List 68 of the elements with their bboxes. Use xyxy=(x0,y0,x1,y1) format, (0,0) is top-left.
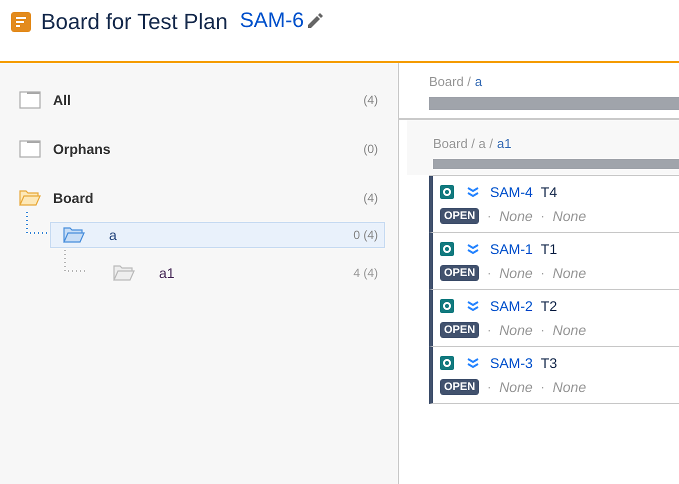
tree-item-count: 4 (4) xyxy=(353,266,378,280)
breadcrumb-link[interactable]: a xyxy=(474,74,482,89)
field-value: None xyxy=(499,379,533,395)
issue-summary: T1 xyxy=(540,241,558,257)
document-icon xyxy=(11,12,31,32)
open-folder-icon xyxy=(19,188,41,206)
field-value: None xyxy=(499,208,533,224)
issue-summary: T3 xyxy=(540,355,558,371)
status-badge: OPEN xyxy=(440,379,480,395)
issue-key-link[interactable]: SAM-2 xyxy=(490,298,533,314)
separator-dot: · xyxy=(487,380,492,394)
double-chevron-icon xyxy=(466,357,480,369)
tree-item[interactable]: a 0 (4) xyxy=(50,222,385,248)
status-badge: OPEN xyxy=(440,265,480,281)
issue-key-link[interactable]: SAM-1 xyxy=(490,241,533,257)
page-title: Board for Test Plan xyxy=(41,9,228,35)
separator-dot: · xyxy=(540,380,545,394)
issue-type-icon xyxy=(440,299,454,313)
field-value: None xyxy=(552,265,586,281)
tree-item[interactable]: Board (4) xyxy=(0,173,385,222)
tree-item-label: Board xyxy=(53,190,94,206)
edit-icon[interactable] xyxy=(306,12,324,30)
issue-type-icon xyxy=(440,185,454,199)
tree-item-count: (4) xyxy=(363,190,378,204)
field-value: None xyxy=(552,379,586,395)
status-badge: OPEN xyxy=(440,208,480,224)
issue-card[interactable]: SAM-3 T3 OPEN · None · None xyxy=(429,347,679,404)
issue-key-link[interactable]: SAM-3 xyxy=(490,355,533,371)
separator-dot: · xyxy=(487,323,492,337)
issue-key-link[interactable]: SAM-6 xyxy=(240,9,304,33)
issue-card[interactable]: SAM-1 T1 OPEN · None · None xyxy=(429,233,679,290)
double-chevron-icon xyxy=(466,186,480,198)
tree-item-label: a xyxy=(109,227,118,243)
open-folder-icon xyxy=(63,226,85,244)
separator-dot: · xyxy=(540,323,545,337)
tree-item-count: (4) xyxy=(363,92,378,106)
issue-type-icon xyxy=(440,356,454,370)
issue-card[interactable]: SAM-2 T2 OPEN · None · None xyxy=(429,290,679,347)
status-badge: OPEN xyxy=(440,322,480,338)
double-chevron-icon xyxy=(466,243,480,255)
tree-item-label: a1 xyxy=(159,265,176,281)
breadcrumb-path: Board / xyxy=(429,74,471,89)
issue-type-icon xyxy=(440,242,454,256)
tree-item-count: (0) xyxy=(363,142,378,156)
tree-item-label: Orphans xyxy=(53,140,112,156)
separator-dot: · xyxy=(540,266,545,280)
tree-item-label: All xyxy=(53,92,72,108)
field-value: None xyxy=(552,322,586,338)
tree-item[interactable]: All (4) xyxy=(0,75,385,124)
folder-icon xyxy=(19,90,41,108)
issue-key-link[interactable]: SAM-4 xyxy=(490,184,533,200)
tree-item[interactable]: a1 4 (4) xyxy=(88,260,385,286)
field-value: None xyxy=(499,265,533,281)
issue-card[interactable]: SAM-4 T4 OPEN · None · None xyxy=(429,176,679,233)
separator-dot: · xyxy=(487,266,492,280)
separator-dot: · xyxy=(487,209,492,223)
field-value: None xyxy=(552,208,586,224)
open-folder-icon xyxy=(113,264,135,282)
folder-icon xyxy=(19,140,41,158)
tree-item[interactable]: Orphans (0) xyxy=(0,124,385,173)
issue-summary: T2 xyxy=(540,298,558,314)
tree-item-count: 0 (4) xyxy=(353,228,378,242)
separator-dot: · xyxy=(540,209,545,223)
field-value: None xyxy=(499,322,533,338)
double-chevron-icon xyxy=(466,300,480,312)
breadcrumb-link[interactable]: a1 xyxy=(496,136,512,151)
breadcrumb-path: Board / a / xyxy=(433,136,493,151)
issue-summary: T4 xyxy=(540,184,558,200)
